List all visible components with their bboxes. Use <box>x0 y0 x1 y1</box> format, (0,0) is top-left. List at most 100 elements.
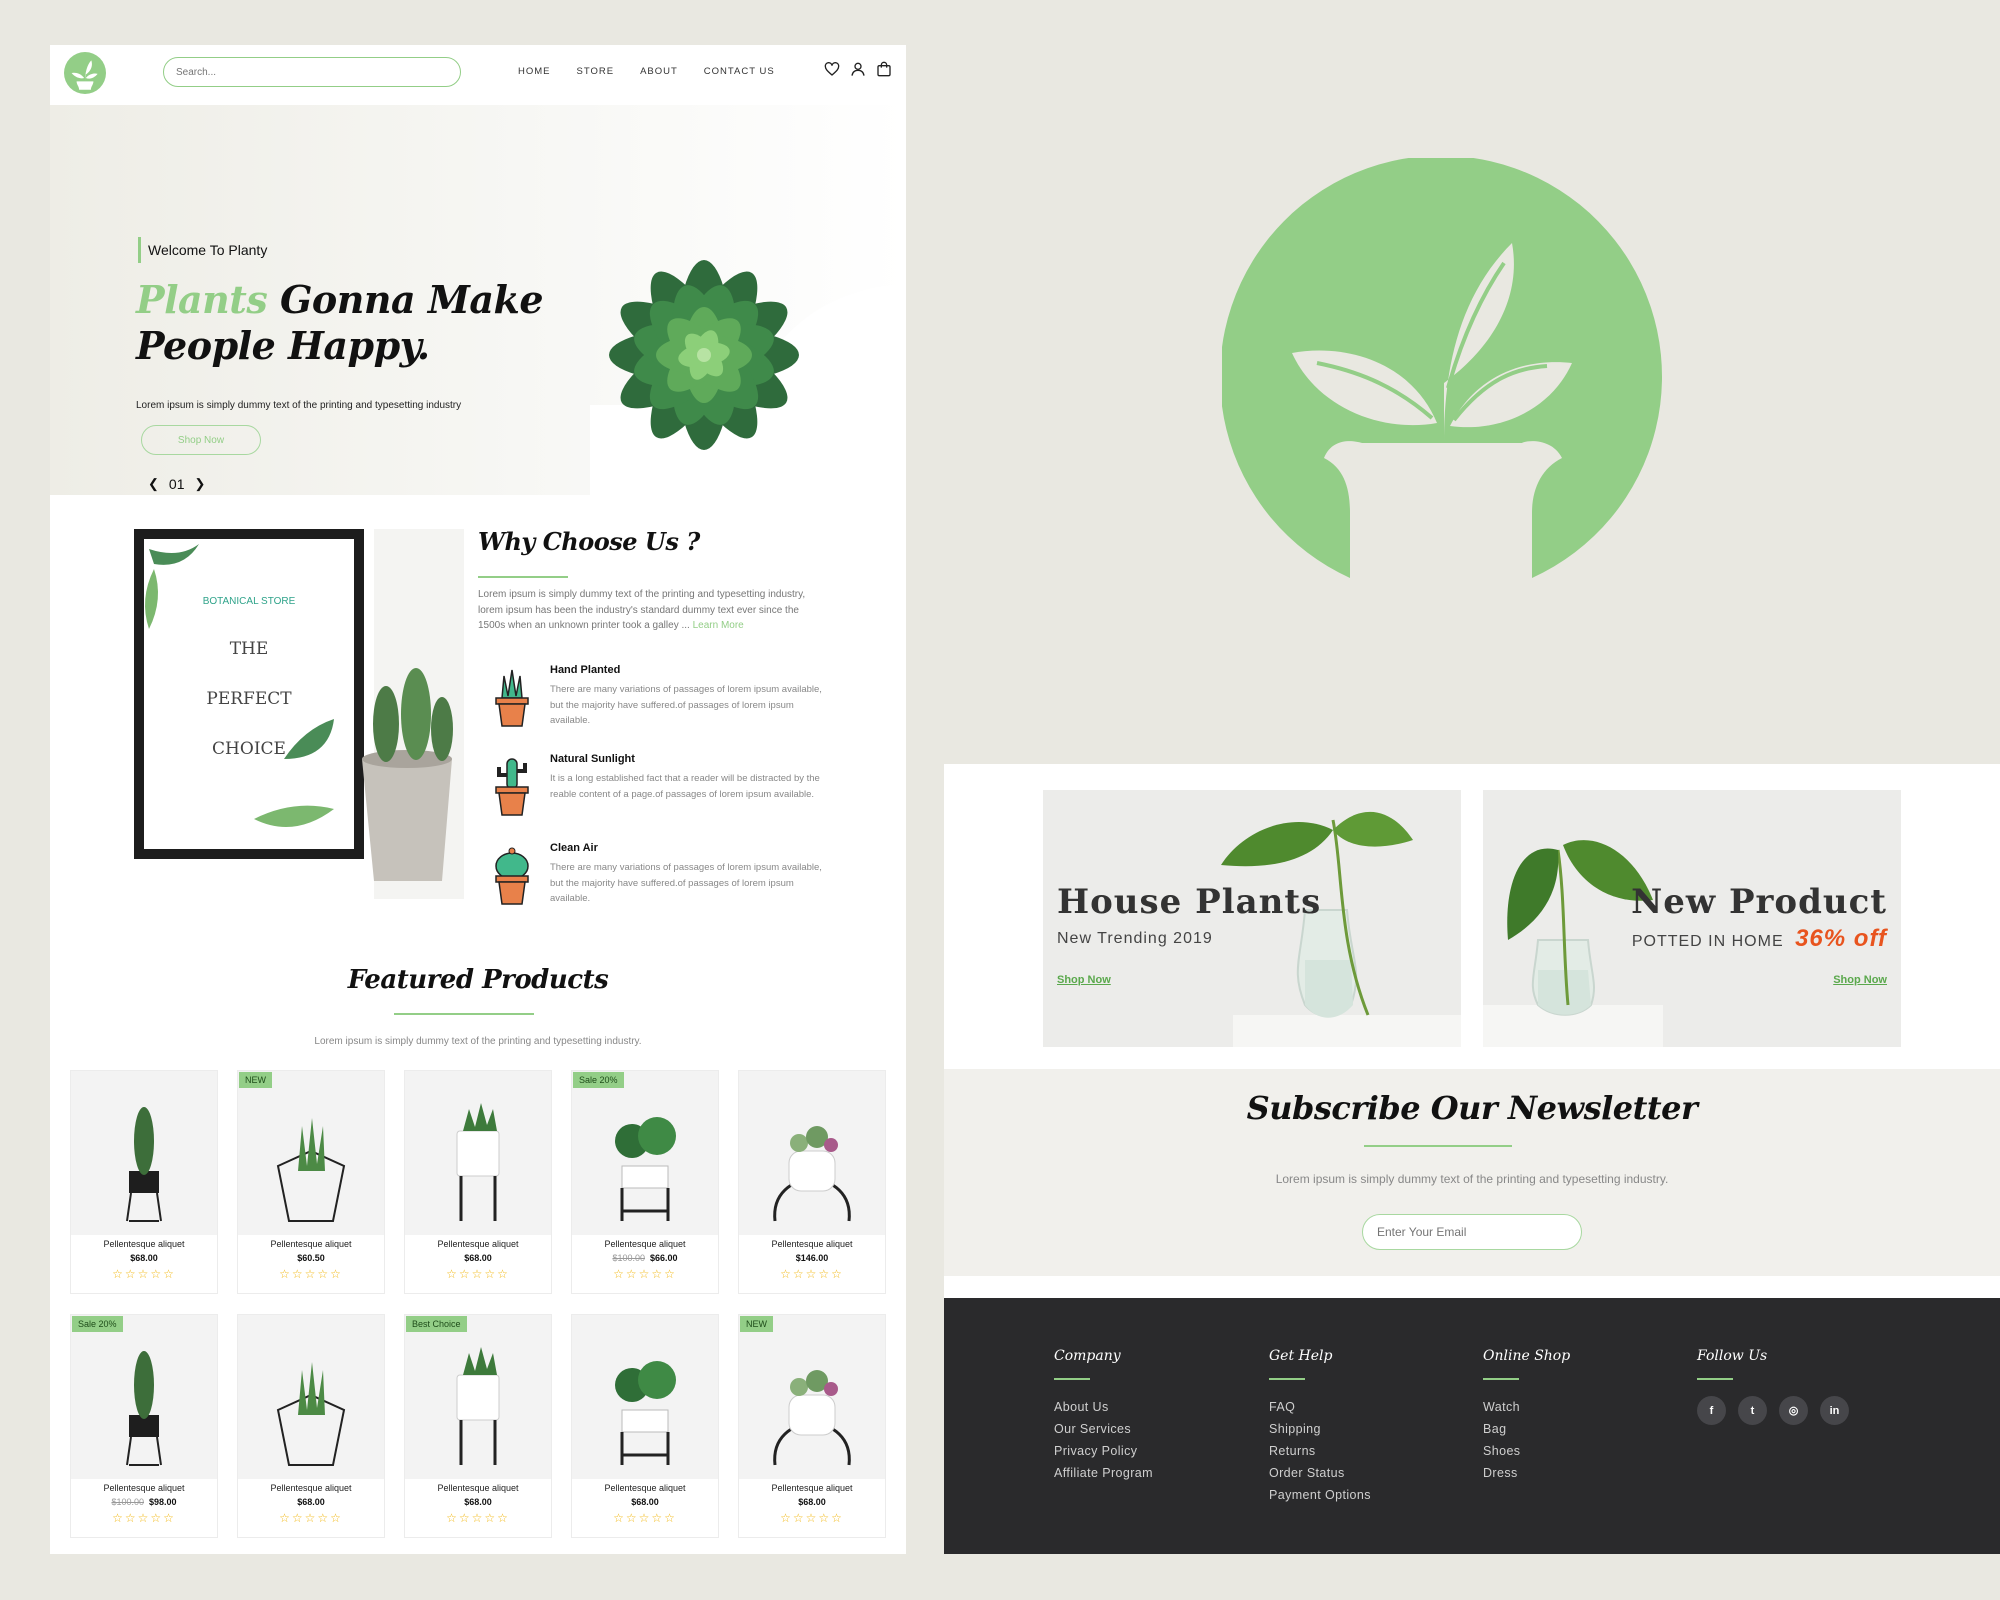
email-field[interactable] <box>1362 1214 1582 1250</box>
product-badge: NEW <box>239 1072 272 1088</box>
product-current-price: $68.00 <box>464 1253 492 1263</box>
footer-link-privacy[interactable]: Privacy Policy <box>1054 1440 1254 1462</box>
newsletter-subtitle: Lorem ipsum is simply dummy text of the … <box>1275 1172 1669 1186</box>
footer-link-about[interactable]: About Us <box>1054 1396 1254 1418</box>
poster-store-label: BOTANICAL STORE <box>203 596 296 607</box>
product-current-price: $68.00 <box>464 1497 492 1507</box>
poster-line-3: CHOICE <box>212 739 286 759</box>
star-rating-icon[interactable]: ☆☆☆☆☆ <box>238 1511 384 1525</box>
newsletter-title: Subscribe Our Newsletter <box>1246 1089 1698 1127</box>
shop-now-link[interactable]: Shop Now <box>1057 974 1111 986</box>
why-title: Why Choose Us ? <box>478 527 700 556</box>
product-current-price: $68.00 <box>130 1253 158 1263</box>
planty-logo-icon <box>1222 158 1662 578</box>
newsletter-underline <box>1364 1145 1512 1147</box>
facebook-icon[interactable]: f <box>1697 1396 1726 1425</box>
user-icon[interactable] <box>850 61 866 77</box>
footer-link-shipping[interactable]: Shipping <box>1269 1418 1469 1440</box>
star-rating-icon[interactable]: ☆☆☆☆☆ <box>71 1267 217 1281</box>
slide-pager: ❮ 01 ❯ <box>148 476 205 492</box>
star-rating-icon[interactable]: ☆☆☆☆☆ <box>405 1511 551 1525</box>
top-nav: HOME STORE ABOUT CONTACT US <box>50 45 906 105</box>
footer-heading: Follow Us <box>1697 1348 1768 1364</box>
succulent-image <box>609 260 799 450</box>
product-card[interactable]: Pellentesque aliquet $68.00 ☆☆☆☆☆ <box>237 1314 385 1538</box>
chevron-left-icon[interactable]: ❮ <box>148 476 159 492</box>
product-price: $146.00 <box>739 1253 885 1263</box>
landing-page-detail: House Plants New Trending 2019 Shop Now … <box>944 764 2000 1554</box>
footer-shop: Online Shop Watch Bag Shoes Dress <box>1483 1348 1683 1484</box>
product-name: Pellentesque aliquet <box>437 1483 519 1493</box>
twitter-icon[interactable]: t <box>1738 1396 1767 1425</box>
footer-link-services[interactable]: Our Services <box>1054 1418 1254 1440</box>
new-product-banner[interactable]: New Product POTTED IN HOME 36% off Shop … <box>1483 790 1901 1047</box>
star-rating-icon[interactable]: ☆☆☆☆☆ <box>739 1511 885 1525</box>
hero-title: Plants Gonna Make People Happy. <box>136 277 544 369</box>
product-card[interactable]: NEW Pellentesque aliquet $68.00 ☆☆☆☆☆ <box>738 1314 886 1538</box>
footer-link-order-status[interactable]: Order Status <box>1269 1462 1469 1484</box>
product-badge: NEW <box>740 1316 773 1332</box>
bag-icon[interactable] <box>876 61 892 77</box>
nav-store[interactable]: STORE <box>577 66 615 77</box>
product-current-price: $98.00 <box>149 1497 177 1507</box>
nav-menu: HOME STORE ABOUT CONTACT US <box>518 66 775 77</box>
cactus-icon <box>495 758 529 816</box>
product-image <box>71 1315 217 1479</box>
product-card[interactable]: Pellentesque aliquet $146.00 ☆☆☆☆☆ <box>738 1070 886 1294</box>
footer-underline <box>1269 1378 1305 1380</box>
star-rating-icon[interactable]: ☆☆☆☆☆ <box>71 1511 217 1525</box>
footer-heading: Company <box>1054 1348 1121 1364</box>
product-card[interactable]: Sale 20% Pellentesque aliquet $100.00 $98.0… <box>70 1314 218 1538</box>
footer-link-returns[interactable]: Returns <box>1269 1440 1469 1462</box>
house-plants-banner[interactable]: House Plants New Trending 2019 Shop Now <box>1043 790 1461 1047</box>
star-rating-icon[interactable]: ☆☆☆☆☆ <box>739 1267 885 1281</box>
why-underline <box>478 576 568 578</box>
product-card[interactable]: Pellentesque aliquet $68.00 ☆☆☆☆☆ <box>571 1314 719 1538</box>
shop-now-button[interactable]: Shop Now <box>141 425 261 455</box>
social-links: f t ◎ in <box>1697 1396 1897 1425</box>
product-badge: Sale 20% <box>573 1072 624 1088</box>
footer-link-dress[interactable]: Dress <box>1483 1462 1683 1484</box>
footer-link-watch[interactable]: Watch <box>1483 1396 1683 1418</box>
hero-eyebrow: Welcome To Planty <box>138 237 267 263</box>
planty-logo-icon[interactable] <box>64 52 106 94</box>
footer-link-payment[interactable]: Payment Options <box>1269 1484 1469 1506</box>
linkedin-icon[interactable]: in <box>1820 1396 1849 1425</box>
featured-underline <box>394 1013 534 1015</box>
star-rating-icon[interactable]: ☆☆☆☆☆ <box>405 1267 551 1281</box>
heart-icon[interactable] <box>824 61 840 77</box>
product-card[interactable]: Sale 20% Pellentesque aliquet $100.00 $66.0… <box>571 1070 719 1294</box>
product-price: $68.00 <box>405 1253 551 1263</box>
banner-title: House Plants <box>1057 882 1322 922</box>
instagram-icon[interactable]: ◎ <box>1779 1396 1808 1425</box>
chevron-right-icon[interactable]: ❯ <box>194 476 205 492</box>
learn-more-link[interactable]: Learn More <box>693 620 744 631</box>
nav-contact[interactable]: CONTACT US <box>704 66 775 77</box>
search-input[interactable] <box>163 57 461 87</box>
footer-underline <box>1697 1378 1733 1380</box>
star-rating-icon[interactable]: ☆☆☆☆☆ <box>572 1511 718 1525</box>
feature-title: Natural Sunlight <box>550 753 635 765</box>
footer-link-shoes[interactable]: Shoes <box>1483 1440 1683 1462</box>
feature-title: Hand Planted <box>550 664 621 676</box>
product-badge: Sale 20% <box>72 1316 123 1332</box>
nav-about[interactable]: ABOUT <box>640 66 678 77</box>
product-card[interactable]: NEW Pellentesque aliquet $60.50 ☆☆☆☆☆ <box>237 1070 385 1294</box>
product-name: Pellentesque aliquet <box>771 1483 853 1493</box>
product-price: $60.50 <box>238 1253 384 1263</box>
star-rating-icon[interactable]: ☆☆☆☆☆ <box>572 1267 718 1281</box>
footer-link-faq[interactable]: FAQ <box>1269 1396 1469 1418</box>
footer-link-bag[interactable]: Bag <box>1483 1418 1683 1440</box>
star-rating-icon[interactable]: ☆☆☆☆☆ <box>238 1267 384 1281</box>
product-price: $100.00 $66.00 <box>572 1253 718 1263</box>
product-card[interactable]: Pellentesque aliquet $68.00 ☆☆☆☆☆ <box>404 1070 552 1294</box>
round-cactus-icon <box>495 847 529 905</box>
product-price: $68.00 <box>238 1497 384 1507</box>
shop-now-link[interactable]: Shop Now <box>1833 974 1887 986</box>
footer-link-affiliate[interactable]: Affiliate Program <box>1054 1462 1254 1484</box>
feature-text: There are many variations of passages of… <box>550 684 822 726</box>
nav-home[interactable]: HOME <box>518 66 551 77</box>
product-card[interactable]: Best Choice Pellentesque aliquet $68.00 ☆☆☆… <box>404 1314 552 1538</box>
why-text: Lorem ipsum is simply dummy text of the … <box>478 587 828 634</box>
product-card[interactable]: Pellentesque aliquet $68.00 ☆☆☆☆☆ <box>70 1070 218 1294</box>
